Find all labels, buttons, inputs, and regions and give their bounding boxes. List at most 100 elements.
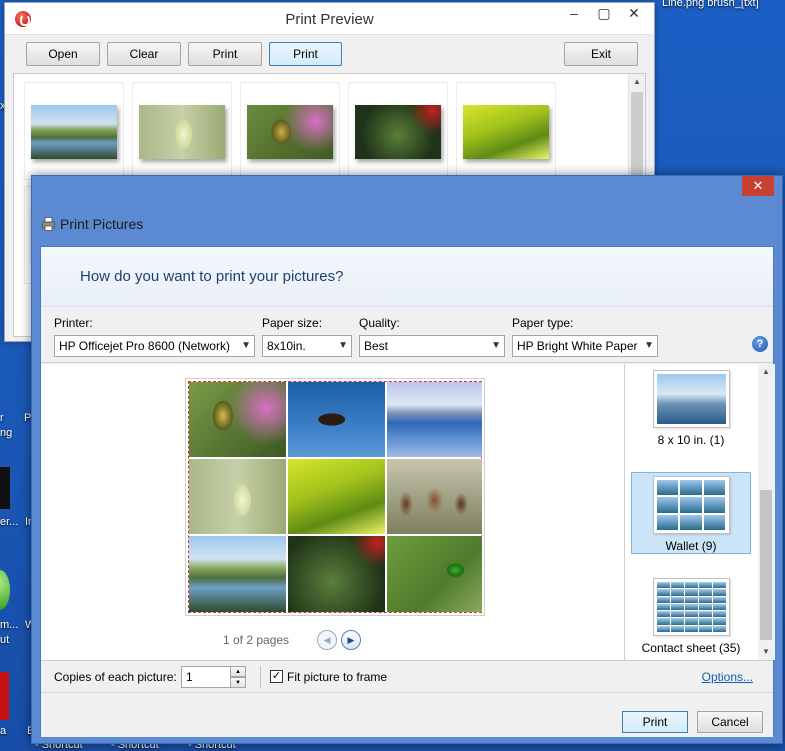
arrow-left-icon: ◀	[323, 635, 331, 645]
copies-input[interactable]: 1	[181, 666, 231, 688]
thumbnail-cell[interactable]	[132, 82, 232, 180]
contact-cell	[712, 611, 726, 618]
desktop-label: r	[0, 412, 4, 424]
page-print-area	[188, 381, 482, 613]
exit-button[interactable]: Exit	[564, 42, 638, 66]
contact-cell	[670, 625, 684, 632]
paper-type-label: Paper type:	[512, 316, 574, 330]
maximize-icon[interactable]: ▢	[589, 3, 619, 25]
layout-label: Wallet (9)	[665, 539, 717, 553]
page-preview	[185, 378, 485, 616]
minimize-icon[interactable]: –	[559, 3, 589, 25]
desktop-label: a	[0, 725, 7, 737]
layout-option-full-page[interactable]: 8 x 10 in. (1)	[631, 370, 751, 464]
options-link[interactable]: Options...	[702, 670, 753, 684]
spin-up-icon[interactable]: ▲	[230, 666, 246, 677]
scrollbar-thumb[interactable]	[760, 490, 772, 640]
contact-cell	[698, 582, 712, 589]
scroll-down-icon[interactable]: ▼	[758, 644, 774, 660]
contact-cell	[698, 596, 712, 603]
help-icon[interactable]: ?	[752, 336, 768, 352]
print-button[interactable]: Print	[622, 711, 688, 733]
layout-label: Contact sheet (35)	[641, 641, 741, 655]
spin-down-icon[interactable]: ▼	[230, 677, 246, 688]
desktop-red-icon[interactable]	[0, 672, 9, 720]
print-preview-titlebar[interactable]: Print Preview – ▢ ✕	[5, 3, 654, 35]
print-pictures-dialog: ✕ Print Pictures How do you want to prin…	[31, 175, 783, 744]
paper-size-select[interactable]: 8x10in. ▼	[262, 335, 352, 357]
wallet-cell	[703, 497, 726, 513]
photo-horses	[387, 459, 482, 534]
contact-cell	[712, 618, 726, 625]
dialog-body: How do you want to print your pictures? …	[40, 246, 775, 737]
contact-cell	[698, 625, 712, 632]
layout-option-contact-sheet[interactable]: Contact sheet (35)	[631, 578, 751, 658]
desktop-app-icon[interactable]	[0, 467, 10, 509]
layout-thumb-full	[652, 370, 730, 428]
wallet-cell	[703, 514, 726, 530]
contact-cell	[684, 618, 698, 625]
contact-cell	[670, 618, 684, 625]
contact-cell	[712, 582, 726, 589]
contact-cell	[670, 589, 684, 596]
paper-type-select[interactable]: HP Bright White Paper ▼	[512, 335, 658, 357]
chevron-down-icon: ▼	[338, 340, 348, 351]
cancel-button[interactable]: Cancel	[697, 711, 763, 733]
paper-size-value: 8x10in.	[267, 339, 306, 353]
layout-scrollbar[interactable]: ▲ ▼	[758, 364, 775, 660]
copies-row: Copies of each picture: 1 ▲ ▼ ✓ Fit pict…	[41, 660, 773, 692]
print-preview-toolbar: Open Clear Print Print Exit	[5, 35, 654, 73]
open-button[interactable]: Open	[26, 42, 100, 66]
layout-option-wallet[interactable]: Wallet (9)	[631, 472, 751, 554]
desktop-green-icon[interactable]	[0, 570, 10, 610]
thumbnail-cell[interactable]	[348, 82, 448, 180]
photo-beetle	[387, 536, 482, 612]
scroll-up-icon[interactable]: ▲	[629, 74, 645, 90]
printer-select[interactable]: HP Officejet Pro 8600 (Network) ▼	[54, 335, 255, 357]
quality-value: Best	[364, 339, 389, 353]
quality-select[interactable]: Best ▼	[359, 335, 505, 357]
close-icon[interactable]: ✕	[742, 176, 774, 196]
contact-cell	[698, 603, 712, 611]
thumbnail-cell[interactable]	[24, 82, 124, 180]
dialog-header: How do you want to print your pictures?	[41, 247, 773, 307]
chevron-down-icon: ▼	[241, 340, 251, 351]
wallet-cell	[680, 497, 702, 513]
print-button[interactable]: Print	[188, 42, 262, 66]
print-dialog-button[interactable]: Print	[269, 42, 342, 66]
contact-cell	[656, 582, 670, 589]
thumbnail-lake	[31, 105, 117, 159]
contact-cell	[670, 582, 684, 589]
thumbnail-butterfly	[247, 105, 333, 159]
contact-cell	[684, 625, 698, 632]
fit-to-frame-label[interactable]: Fit picture to frame	[287, 670, 387, 684]
contact-cell	[712, 603, 726, 611]
contact-cell	[684, 596, 698, 603]
paper-size-label: Paper size:	[262, 316, 323, 330]
scroll-up-icon[interactable]: ▲	[758, 364, 774, 380]
thumbnail-cell[interactable]	[456, 82, 556, 180]
quality-label: Quality:	[359, 316, 400, 330]
previous-page-button[interactable]: ◀	[317, 630, 337, 650]
contact-cell	[670, 596, 684, 603]
contact-cell	[698, 618, 712, 625]
desktop-label: m...	[0, 619, 19, 631]
fit-to-frame-checkbox[interactable]: ✓	[270, 670, 283, 683]
wallet-cell	[680, 514, 702, 530]
clear-button[interactable]: Clear	[107, 42, 181, 66]
dialog-title: Print Pictures	[60, 216, 144, 232]
printer-value: HP Officejet Pro 8600 (Network)	[59, 339, 230, 353]
next-page-button[interactable]: ▶	[341, 630, 361, 650]
desktop-label: ng	[0, 427, 13, 439]
contact-cell	[712, 596, 726, 603]
divider	[260, 666, 261, 688]
contact-cell	[684, 582, 698, 589]
dialog-footer: Print Cancel	[41, 692, 773, 737]
photo-mountain-fog	[387, 382, 482, 457]
arrow-right-icon: ▶	[347, 635, 355, 645]
scrollbar-thumb[interactable]	[631, 92, 643, 182]
close-icon[interactable]: ✕	[619, 3, 649, 25]
thumbnail-cell[interactable]	[240, 82, 340, 180]
contact-cell	[684, 603, 698, 611]
print-preview-area: 1 of 2 pages ◀ ▶	[41, 364, 624, 660]
